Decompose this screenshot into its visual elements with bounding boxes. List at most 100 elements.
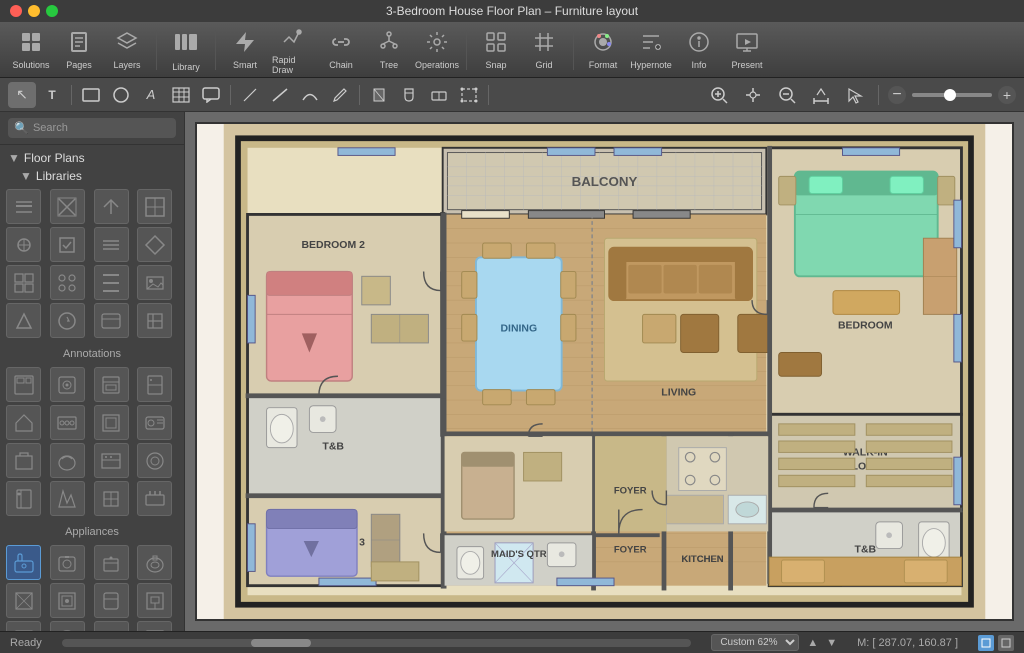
window-controls[interactable]	[10, 5, 58, 17]
rectangle-tool[interactable]	[77, 82, 105, 108]
lib-item[interactable]	[6, 303, 41, 338]
circle-tool[interactable]	[107, 82, 135, 108]
lib-item[interactable]	[50, 545, 85, 580]
horizontal-scrollbar[interactable]	[62, 639, 692, 647]
tree-libraries[interactable]: ▼ Libraries	[0, 167, 184, 185]
lib-item[interactable]	[50, 583, 85, 618]
lib-item[interactable]	[137, 545, 172, 580]
lib-item[interactable]	[6, 545, 41, 580]
lib-item[interactable]	[50, 621, 85, 631]
pointer-tool[interactable]	[841, 82, 869, 108]
lib-item[interactable]	[137, 481, 172, 516]
present-button[interactable]: Present	[724, 27, 770, 73]
pages-button[interactable]: Pages	[56, 27, 102, 73]
lib-item[interactable]	[50, 227, 85, 262]
lib-item[interactable]	[137, 405, 172, 440]
lib-item[interactable]	[6, 583, 41, 618]
chain-button[interactable]: Chain	[318, 27, 364, 73]
lib-item[interactable]	[50, 405, 85, 440]
fill-tool[interactable]	[365, 82, 393, 108]
maximize-button[interactable]	[46, 5, 58, 17]
arrow-up-icon[interactable]: ▲	[807, 637, 818, 649]
pan-tool[interactable]	[739, 82, 767, 108]
lib-item[interactable]	[94, 367, 129, 402]
lib-item[interactable]	[137, 227, 172, 262]
lib-item[interactable]	[94, 265, 129, 300]
lib-item[interactable]	[50, 443, 85, 478]
select-tool[interactable]: ↖	[8, 82, 36, 108]
close-button[interactable]	[10, 5, 22, 17]
line-tool[interactable]	[266, 82, 294, 108]
lib-item[interactable]	[137, 443, 172, 478]
lib-item[interactable]	[137, 303, 172, 338]
lib-item[interactable]	[94, 621, 129, 631]
lib-item[interactable]	[50, 189, 85, 224]
arrow-down-icon[interactable]: ▼	[826, 637, 837, 649]
lib-item[interactable]	[137, 265, 172, 300]
lib-item[interactable]	[6, 227, 41, 262]
lib-item[interactable]	[137, 583, 172, 618]
page-icon-1[interactable]	[978, 635, 994, 651]
rapid-draw-button[interactable]: Rapid Draw	[270, 27, 316, 73]
lib-item[interactable]	[94, 303, 129, 338]
lib-item[interactable]	[137, 621, 172, 631]
lib-item[interactable]	[6, 405, 41, 440]
lib-item[interactable]	[50, 481, 85, 516]
lib-item[interactable]	[50, 367, 85, 402]
library-button[interactable]: Library	[163, 27, 209, 73]
svg-text:LIVING: LIVING	[661, 387, 696, 398]
solutions-button[interactable]: Solutions	[8, 27, 54, 73]
bucket-tool[interactable]	[395, 82, 423, 108]
lib-item[interactable]	[6, 189, 41, 224]
lib-item[interactable]	[94, 227, 129, 262]
lib-item[interactable]	[94, 481, 129, 516]
search-icon: 🔍	[14, 121, 29, 135]
zoom-in-button[interactable]	[705, 82, 733, 108]
lib-item[interactable]	[6, 481, 41, 516]
tree-button[interactable]: Tree	[366, 27, 412, 73]
lib-item[interactable]	[6, 265, 41, 300]
lib-item[interactable]	[94, 443, 129, 478]
page-icon-2[interactable]	[998, 635, 1014, 651]
lib-item[interactable]	[94, 583, 129, 618]
canvas-area[interactable]: BALCONY	[185, 112, 1024, 631]
layers-button[interactable]: Layers	[104, 27, 150, 73]
lib-item[interactable]	[94, 545, 129, 580]
lib-item[interactable]	[6, 443, 41, 478]
zoom-minus-btn[interactable]: −	[888, 86, 906, 104]
tree-floor-plans[interactable]: ▼ Floor Plans	[0, 149, 184, 167]
pen-tool[interactable]	[236, 82, 264, 108]
grid-button[interactable]: Grid	[521, 27, 567, 73]
appliances-label: Appliances	[0, 520, 184, 541]
text-tool[interactable]: T	[38, 82, 66, 108]
lib-item[interactable]	[137, 189, 172, 224]
zoom-selector[interactable]: Custom 62% 25% 50% 75% 100%	[711, 634, 799, 651]
minimize-button[interactable]	[28, 5, 40, 17]
zoom-out-button[interactable]	[773, 82, 801, 108]
zoom-plus-btn[interactable]: +	[998, 86, 1016, 104]
smart-button[interactable]: Smart	[222, 27, 268, 73]
info-button[interactable]: Info	[676, 27, 722, 73]
lib-item[interactable]	[50, 265, 85, 300]
lib-item[interactable]	[6, 621, 41, 631]
lib-item[interactable]	[50, 303, 85, 338]
table-tool[interactable]	[167, 82, 195, 108]
snap-button[interactable]: Snap	[473, 27, 519, 73]
lib-item[interactable]	[6, 367, 41, 402]
operations-button[interactable]: Operations	[414, 27, 460, 73]
lib-item[interactable]	[94, 189, 129, 224]
lib-item[interactable]	[94, 405, 129, 440]
format-button[interactable]: Format	[580, 27, 626, 73]
hypernote-button[interactable]: Hypernote	[628, 27, 674, 73]
zoom-slider[interactable]	[912, 93, 992, 97]
comment-tool[interactable]	[197, 82, 225, 108]
search-input[interactable]	[33, 122, 170, 134]
measure-tool[interactable]	[807, 82, 835, 108]
text-format-tool[interactable]: A	[137, 82, 165, 108]
pencil-tool[interactable]	[326, 82, 354, 108]
curve-tool[interactable]	[296, 82, 324, 108]
search-wrapper[interactable]: 🔍	[8, 118, 176, 138]
eraser-tool[interactable]	[425, 82, 453, 108]
lib-item[interactable]	[137, 367, 172, 402]
transform-tool[interactable]	[455, 82, 483, 108]
